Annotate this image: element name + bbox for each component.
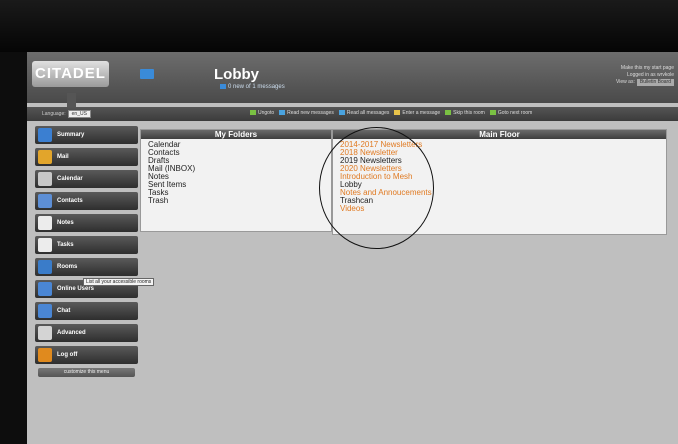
action-icon [489, 110, 496, 116]
annotation-circle [319, 127, 434, 249]
folder-item[interactable]: Sent Items [148, 181, 331, 189]
my-folders-title: My Folders [141, 130, 331, 139]
toolbar-action-read-new-messages[interactable]: Read new messages [279, 110, 334, 116]
folder-item[interactable]: Mail (INBOX) [148, 165, 331, 173]
room-toolbar: Language: en_US Ungoto Read new messages Re… [27, 107, 678, 121]
sidebar-item-rooms[interactable]: Rooms [35, 258, 138, 276]
start-page-link[interactable]: Make this my start page [616, 65, 674, 72]
action-icon [250, 110, 256, 116]
tasks-icon [38, 238, 52, 252]
language-select[interactable]: en_US [67, 110, 91, 118]
folder-item[interactable]: Trash [148, 197, 331, 205]
my-folders-panel: My Folders Calendar Contacts Drafts Mail (I… [140, 129, 332, 232]
sidebar-item-mail[interactable]: Mail [35, 148, 138, 166]
action-icon [445, 110, 452, 116]
citadel-logo[interactable]: CITADEL [32, 61, 109, 108]
calendar-icon [38, 172, 52, 186]
toolbar-action-goto-next-room[interactable]: Goto next room [489, 110, 532, 116]
view-as-label: View as: [616, 79, 635, 85]
sidebar-item-tasks[interactable]: Tasks [35, 236, 138, 254]
sidebar-item-contacts[interactable]: Contacts [35, 192, 138, 210]
user-info: Make this my start page Logged in as wrv… [616, 65, 674, 86]
gear-icon [38, 326, 52, 340]
message-icon [220, 84, 226, 89]
sidebar-item-chat[interactable]: Chat [35, 302, 138, 320]
folder-item[interactable]: Tasks [148, 189, 331, 197]
contacts-icon [38, 194, 52, 208]
toolbar-action-enter-a-message[interactable]: Enter a message [394, 110, 440, 116]
sidebar-item-label: Rooms [57, 264, 78, 270]
view-as-select[interactable]: Bulletin Board [636, 79, 674, 86]
mail-icon [38, 150, 52, 164]
sidebar-item-label: Mail [57, 154, 69, 160]
sidebar-item-label: Tasks [57, 242, 74, 248]
sidebar-item-label: Advanced [57, 330, 86, 336]
sidebar-item-label: Log off [57, 352, 78, 358]
sidebar-item-log-off[interactable]: Log off [35, 346, 138, 364]
toolbar-action-read-all-messages[interactable]: Read all messages [338, 110, 389, 116]
logged-in-text: Logged in as wrvkole [627, 72, 674, 78]
folder-list: Calendar Contacts Drafts Mail (INBOX) Notes S… [141, 139, 331, 205]
sidebar-item-label: Chat [57, 308, 71, 314]
rooms-tooltip: List all your accessible rooms [83, 278, 155, 286]
toolbar-actions: Ungoto Read new messages Read all messages… [250, 110, 537, 116]
sidebar-item-label: Calendar [57, 176, 83, 182]
sidebar: Summary Mail Calendar Contacts Notes Tasks Roo… [35, 126, 138, 379]
sidebar-item-notes[interactable]: Notes [35, 214, 138, 232]
sidebar-item-advanced[interactable]: Advanced [35, 324, 138, 342]
sidebar-item-calendar[interactable]: Calendar [35, 170, 138, 188]
customize-menu-button[interactable]: customize this menu [38, 368, 135, 377]
room-icon [140, 69, 154, 79]
sidebar-item-label: Summary [57, 132, 85, 138]
sidebar-item-label: Notes [57, 220, 74, 226]
action-icon [338, 110, 345, 116]
screen: CITADEL Lobby 0 new of 1 messages Make t… [27, 52, 678, 444]
banner: CITADEL Lobby 0 new of 1 messages Make t… [27, 52, 678, 108]
tower-icon [67, 93, 76, 108]
globe-icon [38, 128, 52, 142]
language-selector: Language: en_US [42, 110, 91, 118]
rooms-icon [38, 260, 52, 274]
sidebar-item-summary[interactable]: Summary [35, 126, 138, 144]
monitor-bezel [0, 0, 678, 52]
sidebar-item-label: Contacts [57, 198, 83, 204]
room-title: Lobby [214, 66, 259, 83]
action-icon [279, 110, 286, 116]
notes-icon [38, 216, 52, 230]
room-message-count: 0 new of 1 messages [220, 84, 285, 90]
user-icon [38, 282, 52, 296]
power-icon [38, 348, 52, 362]
folder-item[interactable]: Contacts [148, 149, 331, 157]
toolbar-action-skip-this-room[interactable]: Skip this room [445, 110, 485, 116]
action-icon [394, 110, 401, 116]
toolbar-action-ungoto[interactable]: Ungoto [250, 110, 274, 116]
chat-icon [38, 304, 52, 318]
